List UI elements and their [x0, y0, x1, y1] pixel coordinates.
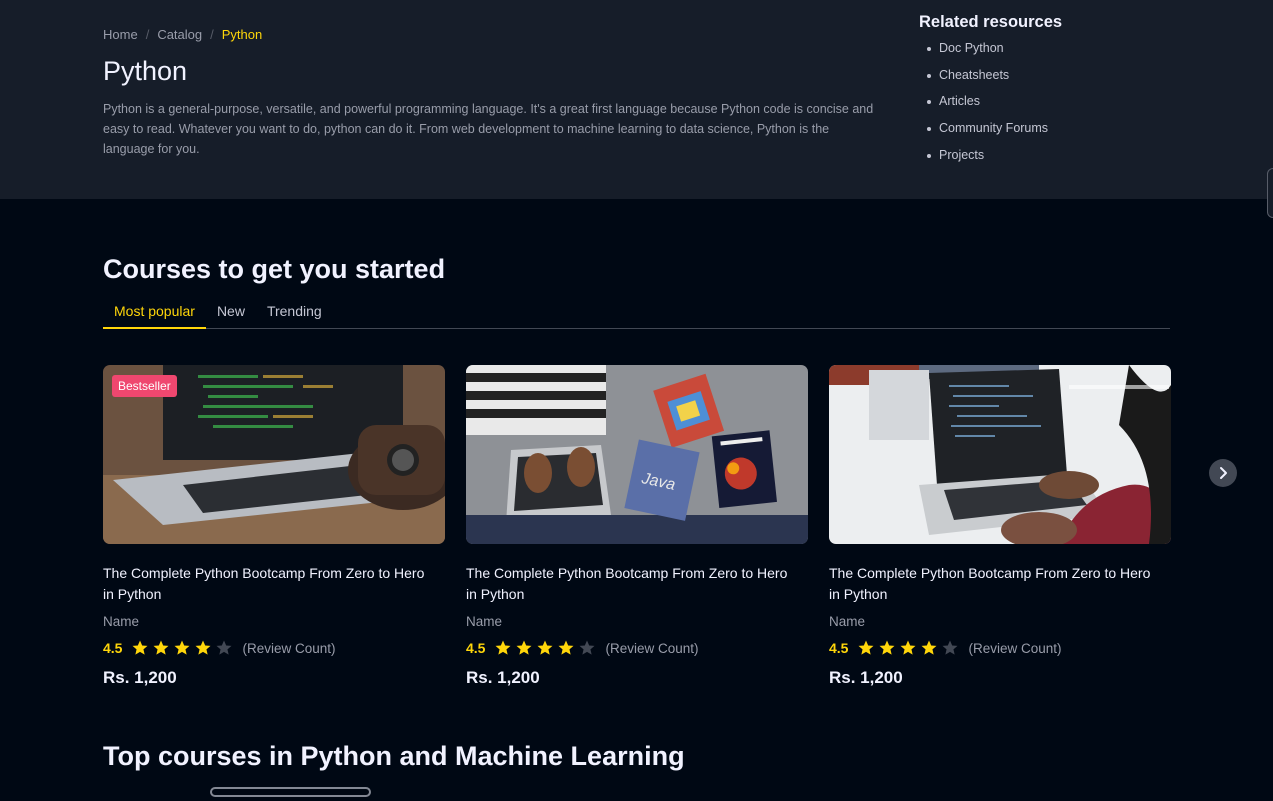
course-price: Rs. 1,200 — [466, 668, 540, 687]
rating-value: 4.5 — [103, 640, 123, 656]
star-filled-icon — [195, 640, 211, 655]
star-filled-icon — [516, 640, 532, 655]
related-item[interactable]: Community Forums — [919, 121, 1062, 148]
related-item-label: Community Forums — [939, 121, 1049, 136]
star-empty-icon — [216, 640, 232, 655]
star-filled-icon — [858, 640, 874, 655]
courses-section-title: Courses to get you started — [103, 254, 446, 284]
related-item-label: Articles — [939, 94, 980, 109]
top-courses-section-title: Top courses in Python and Machine Learni… — [103, 741, 685, 771]
books-laptop-photo-icon: Java — [466, 365, 808, 544]
course-thumbnail[interactable] — [829, 365, 1171, 544]
course-author: Name — [103, 614, 140, 629]
course-author: Name — [829, 614, 866, 629]
related-item[interactable]: Articles — [919, 94, 1062, 121]
star-filled-icon — [174, 640, 190, 655]
star-filled-icon — [879, 640, 895, 655]
course-card[interactable]: Java The Complete Python Bootcamp From Z… — [466, 365, 808, 688]
side-panel-handle[interactable] — [1267, 168, 1273, 218]
carousel-next-button[interactable] — [1209, 459, 1237, 487]
chevron-right-icon — [1220, 467, 1227, 479]
course-thumbnail[interactable]: Java — [466, 365, 808, 544]
scroll-indicator[interactable] — [210, 787, 371, 797]
breadcrumb-current: Python — [221, 27, 263, 42]
review-count: (Review Count) — [968, 640, 1062, 656]
bullet-icon — [927, 127, 931, 132]
star-filled-icon — [132, 640, 148, 655]
course-title[interactable]: The Complete Python Bootcamp From Zero t… — [466, 563, 796, 605]
course-price: Rs. 1,200 — [829, 668, 903, 687]
star-filled-icon — [153, 640, 169, 655]
breadcrumb: Home / Catalog / Python — [103, 27, 262, 42]
rating-row: 4.5 (Review Count) — [466, 638, 808, 658]
star-empty-icon — [942, 640, 958, 655]
bullet-icon — [927, 153, 931, 158]
course-card[interactable]: Bestseller The Complete Python Bootcamp … — [103, 365, 445, 688]
course-author: Name — [466, 614, 503, 629]
star-rating — [494, 639, 596, 657]
star-filled-icon — [900, 640, 916, 655]
star-filled-icon — [495, 640, 511, 655]
course-price: Rs. 1,200 — [103, 668, 177, 687]
bestseller-badge: Bestseller — [112, 375, 177, 397]
bullet-icon — [927, 47, 931, 51]
hero-section: Home / Catalog / Python Python Python is… — [0, 0, 1273, 199]
course-card[interactable]: The Complete Python Bootcamp From Zero t… — [829, 365, 1171, 688]
bullet-icon — [927, 73, 931, 78]
star-filled-icon — [921, 640, 937, 655]
rating-row: 4.5 (Review Count) — [103, 638, 445, 658]
breadcrumb-separator: / — [210, 27, 214, 42]
related-resources-title: Related resources — [919, 13, 1063, 31]
course-tabs: Most popular New Trending — [103, 300, 1170, 329]
star-empty-icon — [579, 640, 595, 655]
course-title[interactable]: The Complete Python Bootcamp From Zero t… — [103, 563, 433, 605]
review-count: (Review Count) — [242, 640, 336, 656]
breadcrumb-catalog[interactable]: Catalog — [157, 27, 202, 42]
rating-row: 4.5 (Review Count) — [829, 638, 1171, 658]
star-filled-icon — [537, 640, 553, 655]
course-title[interactable]: The Complete Python Bootcamp From Zero t… — [829, 563, 1159, 605]
tab-trending[interactable]: Trending — [256, 300, 333, 329]
course-thumbnail[interactable]: Bestseller — [103, 365, 445, 544]
related-item[interactable]: Doc Python — [919, 41, 1062, 68]
page-description: Python is a general-purpose, versatile, … — [103, 102, 874, 156]
rating-value: 4.5 — [829, 640, 849, 656]
tab-new[interactable]: New — [206, 300, 256, 329]
related-item[interactable]: Cheatsheets — [919, 68, 1062, 95]
coding-laptop-photo-icon — [829, 365, 1171, 544]
tab-most-popular[interactable]: Most popular — [103, 300, 206, 329]
related-resources: Related resources Doc Python Cheatsheets… — [919, 13, 1062, 174]
rating-value: 4.5 — [466, 640, 486, 656]
related-item[interactable]: Projects — [919, 148, 1062, 175]
star-rating — [131, 639, 233, 657]
related-item-label: Doc Python — [939, 41, 1004, 55]
breadcrumb-separator: / — [145, 27, 150, 42]
bullet-icon — [927, 100, 931, 105]
related-resources-list: Doc Python Cheatsheets Articles Communit… — [919, 41, 1062, 174]
breadcrumb-home[interactable]: Home — [103, 27, 138, 42]
related-item-label: Projects — [939, 147, 985, 162]
related-item-label: Cheatsheets — [939, 67, 1010, 82]
star-rating — [857, 639, 959, 657]
star-filled-icon — [558, 640, 574, 655]
page-title: Python — [103, 56, 188, 86]
review-count: (Review Count) — [605, 640, 699, 656]
